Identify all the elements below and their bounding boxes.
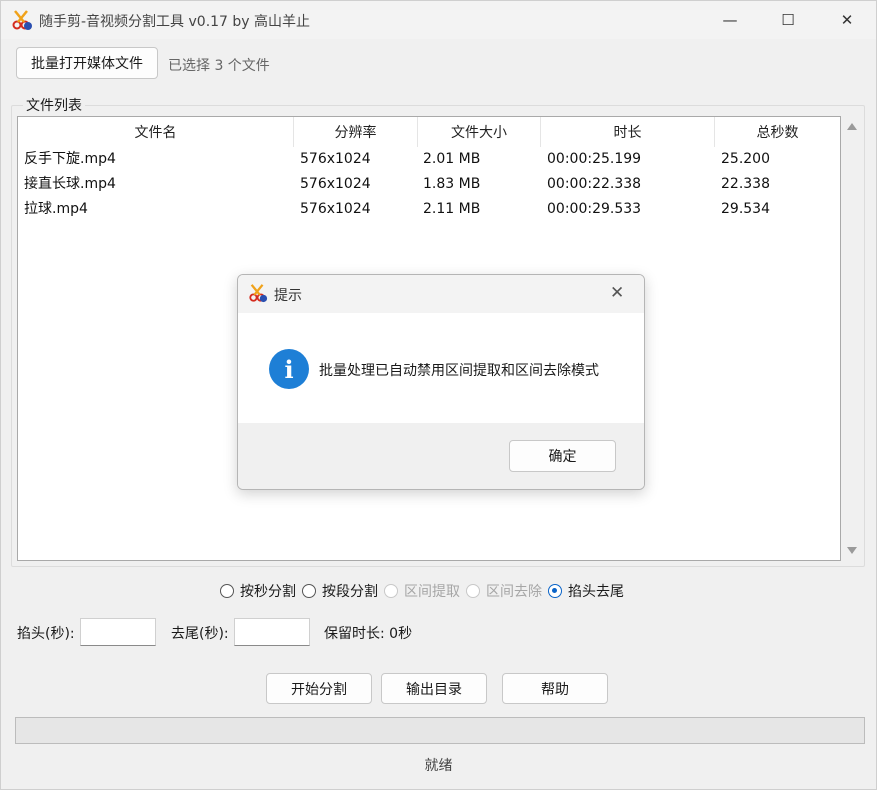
radio-button-icon[interactable] [302, 584, 316, 598]
start-split-button[interactable]: 开始分割 [266, 673, 372, 704]
dialog-title: 提示 [274, 288, 302, 304]
info-dialog: 提示 ✕ i 批量处理已自动禁用区间提取和区间去除模式 确定 [237, 274, 645, 490]
minimize-button[interactable]: — [701, 1, 759, 39]
title-bar: 随手剪-音视频分割工具 v0.17 by 高山羊止 — ☐ ✕ [1, 1, 876, 39]
dialog-footer: 确定 [238, 423, 644, 489]
cell-duration: 00:00:22.338 [547, 176, 642, 192]
cell-filename: 拉球.mp4 [24, 201, 88, 217]
cell-filesize: 2.11 MB [423, 201, 481, 217]
radio-label: 掐头去尾 [568, 584, 624, 600]
window-title: 随手剪-音视频分割工具 v0.17 by 高山羊止 [39, 14, 311, 30]
cell-resolution: 576x1024 [300, 201, 371, 217]
cell-duration: 00:00:25.199 [547, 151, 642, 167]
tail-trim-label: 去尾(秒): [171, 626, 229, 642]
ok-button[interactable]: 确定 [509, 440, 616, 472]
dialog-message: 批量处理已自动禁用区间提取和区间去除模式 [319, 363, 599, 379]
dialog-title-bar: 提示 ✕ [238, 275, 644, 313]
radio-button-icon[interactable] [220, 584, 234, 598]
column-header-total-seconds[interactable]: 总秒数 [715, 117, 840, 147]
mode-radio-group: 按秒分割 按段分割 区间提取 区间去除 掐头去尾 [220, 579, 630, 603]
vertical-scrollbar[interactable] [842, 116, 863, 561]
head-trim-input[interactable] [80, 618, 156, 646]
output-directory-button[interactable]: 输出目录 [381, 673, 487, 704]
keep-duration-text: 保留时长: 0秒 [324, 626, 413, 642]
radio-label: 按秒分割 [240, 584, 296, 600]
radio-range-extract: 区间提取 [384, 581, 460, 601]
cell-resolution: 576x1024 [300, 151, 371, 167]
column-header-resolution[interactable]: 分辨率 [294, 117, 418, 147]
cell-filename: 反手下旋.mp4 [24, 151, 116, 167]
cell-total-seconds: 25.200 [721, 151, 770, 167]
head-trim-label: 掐头(秒): [17, 626, 75, 642]
info-icon: i [269, 349, 309, 389]
cell-filesize: 1.83 MB [423, 176, 481, 192]
progress-bar [15, 717, 865, 744]
maximize-button[interactable]: ☐ [759, 1, 817, 39]
cell-total-seconds: 22.338 [721, 176, 770, 192]
scissors-icon [12, 10, 32, 30]
help-button[interactable]: 帮助 [502, 673, 608, 704]
column-header-filename[interactable]: 文件名 [18, 117, 294, 147]
close-button[interactable]: ✕ [818, 1, 876, 39]
radio-split-by-seconds[interactable]: 按秒分割 [220, 581, 296, 601]
main-window: 随手剪-音视频分割工具 v0.17 by 高山羊止 — ☐ ✕ 批量打开媒体文件… [0, 0, 877, 790]
dialog-close-icon[interactable]: ✕ [610, 283, 624, 303]
radio-label: 区间提取 [404, 584, 460, 600]
column-header-duration[interactable]: 时长 [541, 117, 715, 147]
selection-count-text: 已选择 3 个文件 [168, 58, 270, 74]
radio-label: 按段分割 [322, 584, 378, 600]
cell-filename: 接直长球.mp4 [24, 176, 116, 192]
cell-duration: 00:00:29.533 [547, 201, 642, 217]
radio-label: 区间去除 [486, 584, 542, 600]
scroll-down-arrow-icon[interactable] [847, 547, 857, 554]
radio-split-by-segments[interactable]: 按段分割 [302, 581, 378, 601]
radio-trim-head-tail[interactable]: 掐头去尾 [548, 581, 624, 601]
radio-button-icon [384, 584, 398, 598]
scroll-up-arrow-icon[interactable] [847, 123, 857, 130]
radio-range-remove: 区间去除 [466, 581, 542, 601]
status-text: 就绪 [424, 758, 453, 774]
cell-filesize: 2.01 MB [423, 151, 481, 167]
column-header-filesize[interactable]: 文件大小 [418, 117, 541, 147]
cell-total-seconds: 29.534 [721, 201, 770, 217]
radio-button-checked-icon[interactable] [548, 584, 562, 598]
scissors-icon [249, 284, 268, 303]
file-list-label: 文件列表 [23, 95, 85, 115]
tail-trim-input[interactable] [234, 618, 310, 646]
radio-button-icon [466, 584, 480, 598]
cell-resolution: 576x1024 [300, 176, 371, 192]
open-media-files-button[interactable]: 批量打开媒体文件 [16, 47, 158, 79]
